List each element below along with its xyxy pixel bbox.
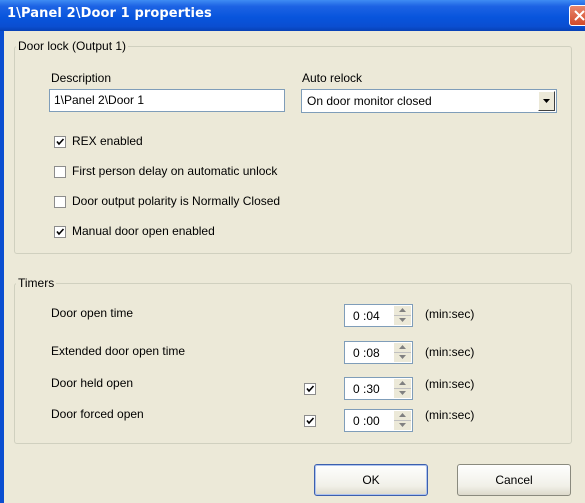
spin-up-icon [399, 345, 406, 349]
spinner-value: 0 :00 [353, 414, 380, 428]
door-forced-open-checkbox[interactable] [304, 415, 316, 427]
timer-unit-label: (min:sec) [425, 408, 475, 422]
spin-up-button[interactable] [394, 306, 411, 316]
window-title: 1\Panel 2\Door 1 properties [7, 6, 212, 21]
output-polarity-label: Door output polarity is Normally Closed [72, 194, 281, 208]
spin-up-button[interactable] [394, 411, 411, 421]
description-field[interactable]: 1\Panel 2\Door 1 [49, 89, 285, 112]
door-held-open-spinner[interactable]: 0 :30 [344, 377, 413, 400]
spin-down-button[interactable] [394, 389, 411, 398]
manual-door-open-checkbox[interactable] [54, 226, 66, 238]
dropdown-button[interactable] [538, 91, 555, 111]
spin-down-button[interactable] [394, 353, 411, 362]
timer-unit-label: (min:sec) [425, 345, 475, 359]
timer-row-label: Door open time [51, 306, 134, 320]
spin-down-button[interactable] [394, 316, 411, 325]
timers-legend: Timers [16, 276, 57, 290]
timer-unit-label: (min:sec) [425, 377, 475, 391]
spin-up-icon [399, 308, 406, 312]
door-forced-open-spinner[interactable]: 0 :00 [344, 409, 413, 432]
ok-button[interactable]: OK [314, 464, 428, 496]
checkmark-icon [306, 417, 315, 425]
auto-relock-select[interactable]: On door monitor closed [301, 89, 557, 113]
timer-row-label: Door forced open [51, 407, 144, 421]
chevron-down-icon [543, 99, 550, 103]
rex-enabled-label: REX enabled [72, 134, 143, 148]
checkmark-icon [306, 385, 315, 393]
description-label: Description [51, 71, 112, 85]
door-lock-legend: Door lock (Output 1) [16, 39, 129, 53]
timer-row-label: Extended door open time [51, 344, 186, 358]
window-frame-left [0, 31, 4, 503]
rex-enabled-checkbox[interactable] [54, 136, 66, 148]
output-polarity-checkbox[interactable] [54, 196, 66, 208]
timer-unit-label: (min:sec) [425, 307, 475, 321]
checkmark-icon [56, 138, 65, 146]
manual-door-open-label: Manual door open enabled [72, 224, 215, 238]
spinner-value: 0 :30 [353, 382, 380, 396]
checkmark-icon [56, 228, 65, 236]
close-button[interactable] [569, 5, 585, 26]
spin-up-icon [399, 381, 406, 385]
spin-down-icon [399, 391, 406, 395]
spin-up-icon [399, 413, 406, 417]
close-icon [574, 10, 585, 21]
properties-dialog: 1\Panel 2\Door 1 properties Door lock (O… [0, 0, 585, 503]
spin-down-button[interactable] [394, 421, 411, 430]
timer-row-label: Door held open [51, 376, 134, 390]
first-person-delay-checkbox[interactable] [54, 166, 66, 178]
spin-up-button[interactable] [394, 379, 411, 389]
spin-down-icon [399, 355, 406, 359]
door-held-open-checkbox[interactable] [304, 383, 316, 395]
auto-relock-label: Auto relock [302, 71, 363, 85]
first-person-delay-label: First person delay on automatic unlock [72, 164, 278, 178]
spin-up-button[interactable] [394, 343, 411, 353]
title-bar[interactable]: 1\Panel 2\Door 1 properties [0, 0, 585, 31]
spin-down-icon [399, 423, 406, 427]
spin-down-icon [399, 318, 406, 322]
auto-relock-value: On door monitor closed [307, 94, 432, 108]
spinner-value: 0 :04 [353, 309, 380, 323]
door-open-time-spinner[interactable]: 0 :04 [344, 304, 413, 327]
extended-door-open-time-spinner[interactable]: 0 :08 [344, 341, 413, 364]
cancel-button[interactable]: Cancel [457, 464, 571, 496]
spinner-value: 0 :08 [353, 346, 380, 360]
